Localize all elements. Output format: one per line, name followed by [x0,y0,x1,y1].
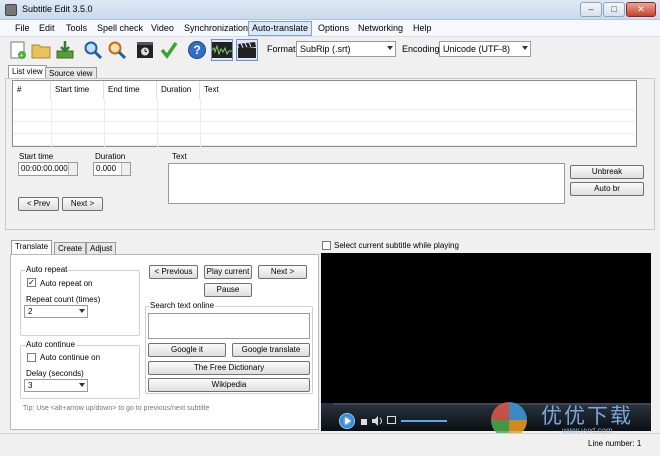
wikipedia-button[interactable]: Wikipedia [148,378,310,392]
menu-options[interactable]: Options [315,22,352,35]
auto-br-button[interactable]: Auto br [570,182,644,196]
play-current-button[interactable]: Play current [204,265,252,279]
volume-slider[interactable] [401,420,447,422]
pause-button[interactable]: Pause [204,283,252,297]
video-clapper-icon[interactable] [236,39,258,61]
search-online-title: Search text online [149,301,216,310]
format-select[interactable]: SubRip (.srt) [296,41,396,57]
menu-edit[interactable]: Edit [36,22,58,35]
menu-synchronization[interactable]: Synchronization [181,22,251,35]
menu-networking[interactable]: Networking [355,22,406,35]
column-text[interactable]: Text [200,81,635,99]
save-download-icon[interactable] [54,39,76,61]
menu-auto-translate[interactable]: Auto-translate [248,21,313,36]
select-current-subtitle-checkbox[interactable] [322,241,331,250]
start-time-input[interactable]: 00:00:00.000 [18,162,78,176]
auto-repeat-on-label: Auto repeat on [40,279,93,288]
subtitle-text-input[interactable] [168,163,565,204]
line-number-status: Line number: 1 [588,439,642,448]
menu-spell-check[interactable]: Spell check [94,22,146,35]
window-title: Subtitle Edit 3.5.0 [22,4,93,14]
auto-continue-title: Auto continue [25,340,76,349]
duration-input[interactable]: 0.000 [93,162,131,176]
svg-text:+: + [20,53,24,60]
google-translate-button[interactable]: Google translate [232,343,310,357]
menu-file[interactable]: File [12,22,33,35]
tab-translate[interactable]: Translate [11,240,53,254]
stop-icon[interactable] [361,419,367,425]
search-text-input[interactable] [148,313,310,339]
play-icon[interactable] [339,413,355,429]
auto-repeat-checkbox[interactable]: ✓ [27,278,36,287]
title-bar: Subtitle Edit 3.5.0 – □ ✕ [0,0,660,20]
delay-label: Delay (seconds) [26,369,84,378]
prev-button[interactable]: < Prev [18,197,59,211]
spell-check-icon[interactable] [158,39,180,61]
google-it-button[interactable]: Google it [148,343,226,357]
next-button[interactable]: Next > [62,197,103,211]
volume-icon[interactable] [372,416,384,428]
duration-label: Duration [95,152,126,161]
auto-continue-on-label: Auto continue on [40,353,101,362]
encoding-label: Encoding [402,44,440,54]
table-row [13,123,635,134]
column-number[interactable]: # [13,81,51,99]
tip-text: Tip: Use <alt+arrow up/down> to go to pr… [23,405,210,412]
replace-icon[interactable] [106,39,128,61]
minimize-button[interactable]: – [580,2,602,17]
maximize-button[interactable]: □ [603,2,625,17]
delay-select[interactable]: 3 [24,379,88,392]
new-file-icon[interactable]: + [7,39,29,61]
fullscreen-icon[interactable] [387,416,396,424]
column-duration[interactable]: Duration [157,81,200,99]
translate-next-button[interactable]: Next > [258,265,307,279]
column-start-time[interactable]: Start time [51,81,104,99]
previous-button[interactable]: < Previous [149,265,198,279]
start-time-label: Start time [19,152,54,161]
unbreak-button[interactable]: Unbreak [570,165,644,179]
format-label: Format [267,44,296,54]
close-button[interactable]: ✕ [626,2,656,17]
menu-bar: File Edit Tools Spell check Video Synchr… [0,20,660,37]
app-icon [5,4,17,16]
text-label: Text [172,152,187,161]
repeat-count-select[interactable]: 2 [24,305,88,318]
svg-text:?: ? [194,43,201,57]
toolbar: + ? Format SubRip (.srt) Encoding Unicod… [0,37,660,65]
column-end-time[interactable]: End time [104,81,157,99]
repeat-count-label: Repeat count (times) [26,295,101,304]
find-icon[interactable] [82,39,104,61]
status-bar: Line number: 1 [0,433,660,456]
encoding-select[interactable]: Unicode (UTF-8) [439,41,531,57]
auto-continue-checkbox[interactable] [27,353,36,362]
waveform-icon[interactable] [211,39,233,61]
auto-repeat-title: Auto repeat [25,265,69,274]
tab-list-view[interactable]: List view [8,65,47,79]
select-current-subtitle-label: Select current subtitle while playing [334,241,459,250]
subtitle-grid[interactable]: # Start time End time Duration Text [12,80,637,147]
open-folder-icon[interactable] [30,39,52,61]
menu-video[interactable]: Video [148,22,177,35]
table-row [13,99,635,110]
help-icon[interactable]: ? [186,39,208,61]
visual-sync-icon[interactable] [134,39,156,61]
free-dictionary-button[interactable]: The Free Dictionary [148,361,310,375]
table-row [13,135,635,146]
table-row [13,111,635,122]
menu-help[interactable]: Help [410,22,435,35]
menu-tools[interactable]: Tools [63,22,90,35]
